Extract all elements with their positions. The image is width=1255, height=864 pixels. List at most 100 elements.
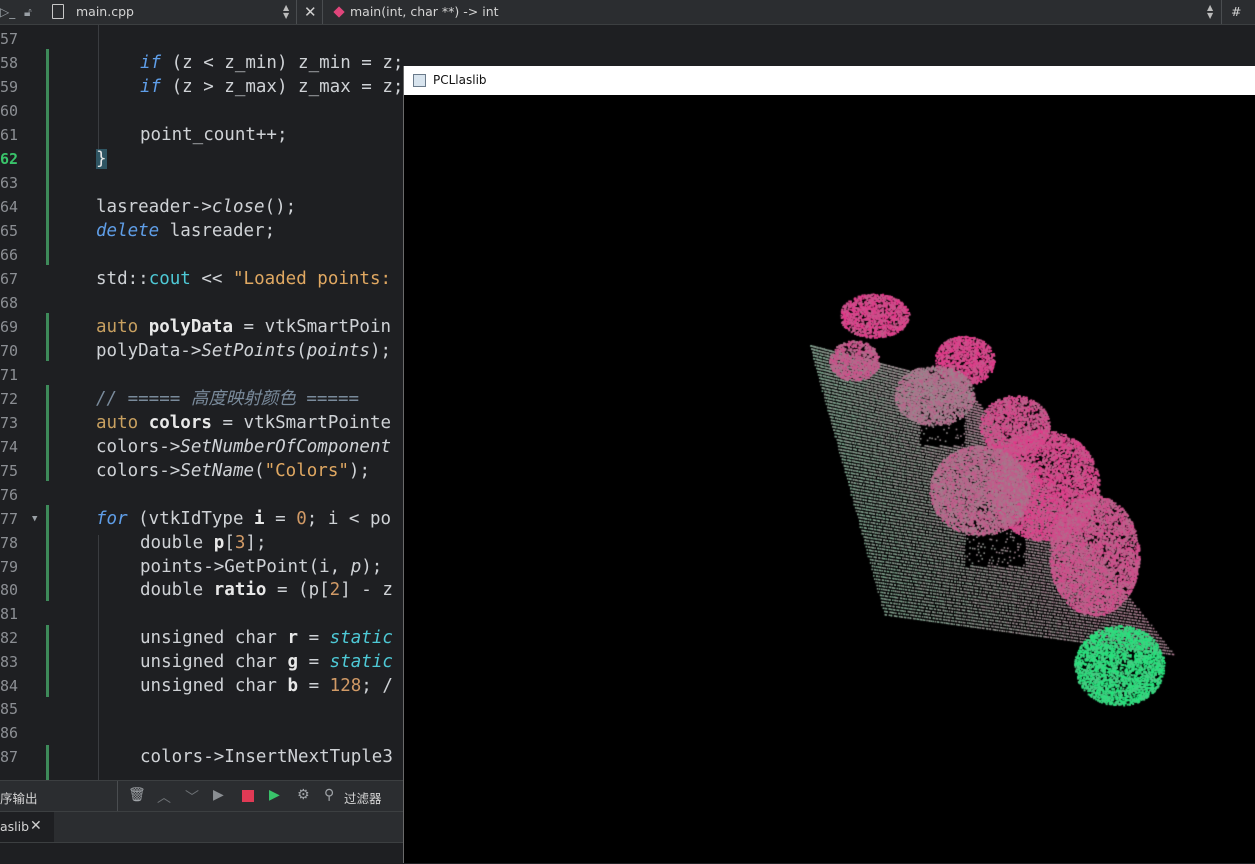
code-token: SetName xyxy=(180,461,255,481)
code-token: ] - z xyxy=(340,580,393,601)
line-number: 65 xyxy=(0,222,19,240)
search-icon: ⚲ xyxy=(324,787,335,803)
editor-toolbar: ▷_ 🔓︎ main.cpp ▲ ▼ ✕ main(int, char **) -… xyxy=(0,0,1255,25)
line-number: 87 xyxy=(0,748,19,766)
code-token: b xyxy=(287,675,299,696)
code-text: for (vtkIdType i = 0; i < po xyxy=(96,507,391,531)
file-icon xyxy=(52,0,64,24)
output-tab[interactable]: aslib ✕ xyxy=(0,812,54,842)
trash-icon[interactable]: 🗑︎ xyxy=(128,787,146,803)
line-number: 67 xyxy=(0,270,19,288)
code-token: ); xyxy=(361,556,383,577)
viewer-title-bar[interactable]: PCLlaslib xyxy=(404,66,1255,95)
code-token: unsigned char xyxy=(140,628,288,648)
line-number: 68 xyxy=(0,294,19,312)
output-content xyxy=(0,842,403,864)
line-number: 76 xyxy=(0,486,19,504)
code-token: = vtkSmartPointe xyxy=(211,413,392,433)
line-number: 80 xyxy=(0,581,19,600)
hash-button[interactable]: # xyxy=(1231,0,1241,24)
change-marker xyxy=(46,385,49,481)
line-number: 66 xyxy=(0,246,19,264)
code-text: // ===== 高度映射颜色 ===== xyxy=(96,387,359,411)
code-token: unsigned char xyxy=(140,675,288,696)
chevron-down-icon[interactable]: ﹀ xyxy=(185,787,199,807)
code-token: SetNumberOfComponent xyxy=(180,437,392,457)
divider xyxy=(322,0,323,24)
line-number: 82 xyxy=(0,629,19,647)
pcl-viewer-window[interactable]: PCLlaslib xyxy=(403,66,1255,863)
code-token: = xyxy=(298,628,330,648)
code-text: } xyxy=(96,147,107,171)
code-token: colors xyxy=(138,413,212,433)
line-number: 75 xyxy=(0,462,19,480)
code-token: } xyxy=(96,149,107,169)
fold-arrow-icon[interactable]: ▼ xyxy=(32,507,37,531)
code-token: double xyxy=(140,580,214,601)
stop-icon[interactable] xyxy=(242,790,254,802)
debug-run-icon[interactable]: ▶ xyxy=(269,787,280,803)
code-token: [ xyxy=(224,532,235,553)
code-token: = xyxy=(298,651,330,672)
function-dropdown-spinner-icon[interactable]: ▲ ▼ xyxy=(1207,4,1213,20)
line-number: 60 xyxy=(0,102,19,120)
output-panel-label: 序输出 xyxy=(0,791,38,806)
file-dropdown-spinner-icon[interactable]: ▲ ▼ xyxy=(283,4,289,20)
code-token: = vtkSmartPoin xyxy=(232,317,392,337)
point-cloud-canvas[interactable] xyxy=(404,95,1255,863)
line-number: 77 xyxy=(0,510,19,528)
change-marker xyxy=(46,193,49,265)
output-tab-label: aslib xyxy=(0,819,30,834)
code-token: if xyxy=(140,77,162,97)
code-token: "Colors" xyxy=(264,461,349,481)
change-marker xyxy=(46,313,49,361)
code-token: colors-> xyxy=(96,461,181,481)
line-number: 86 xyxy=(0,724,19,743)
code-editor[interactable]: 57 58 if (z < z_min) z_min = z; 59 if (z > z… xyxy=(0,25,403,780)
function-dropdown[interactable]: main(int, char **) -> int xyxy=(350,0,499,24)
code-token: (z < z_min) z_min = z; xyxy=(161,53,403,73)
output-panel-toolbar: 序输出 🗑︎ ︿ ﹀ ▶ ▶ ⚙ ⚲ 过滤器 xyxy=(0,780,403,811)
code-token: r xyxy=(287,628,299,648)
close-tab-icon[interactable]: ✕ xyxy=(30,818,42,834)
function-icon xyxy=(333,0,345,24)
code-token: lasreader-> xyxy=(96,197,212,217)
code-text: unsigned char g = static xyxy=(140,650,393,674)
code-token: delete xyxy=(96,221,160,241)
line-number: 84 xyxy=(0,676,19,695)
line-number: 78 xyxy=(0,533,19,552)
code-token: double xyxy=(140,532,214,553)
code-token: p xyxy=(213,532,225,553)
code-text: auto polyData = vtkSmartPoin xyxy=(96,315,391,339)
line-number: 79 xyxy=(0,557,19,576)
code-token: << xyxy=(190,269,233,289)
run-icon[interactable]: ▶ xyxy=(213,787,224,803)
back-nav-icon[interactable]: ▷_ xyxy=(0,0,15,24)
close-file-icon[interactable]: ✕ xyxy=(304,0,317,24)
code-token: i xyxy=(254,509,265,529)
line-number: 72 xyxy=(0,390,19,408)
code-token: polyData-> xyxy=(96,341,202,361)
line-number: 71 xyxy=(0,366,19,384)
code-token: SetPoints xyxy=(201,341,297,361)
code-token: 3 xyxy=(234,532,246,553)
code-token: 128 xyxy=(329,675,362,696)
divider xyxy=(296,0,297,24)
code-token: polyData xyxy=(138,317,233,337)
code-token: for xyxy=(96,509,128,529)
settings-gear-icon[interactable]: ⚙ xyxy=(297,787,310,803)
code-token: ); xyxy=(369,341,392,361)
code-token: static xyxy=(329,628,393,648)
filter-input[interactable]: 过滤器 xyxy=(344,788,382,807)
code-token: ( xyxy=(296,341,307,361)
lock-icon[interactable]: 🔓︎ xyxy=(24,0,32,24)
code-token: auto xyxy=(96,317,139,337)
code-token: 0 xyxy=(296,509,307,529)
line-number: 57 xyxy=(0,30,19,48)
code-token: (z > z_max) z_max = z; xyxy=(161,77,403,97)
change-marker xyxy=(46,625,49,697)
code-token: unsigned char xyxy=(140,651,288,672)
chevron-up-icon[interactable]: ︿ xyxy=(157,787,171,807)
file-name-dropdown[interactable]: main.cpp xyxy=(76,0,134,24)
code-token: lasreader; xyxy=(159,221,276,241)
